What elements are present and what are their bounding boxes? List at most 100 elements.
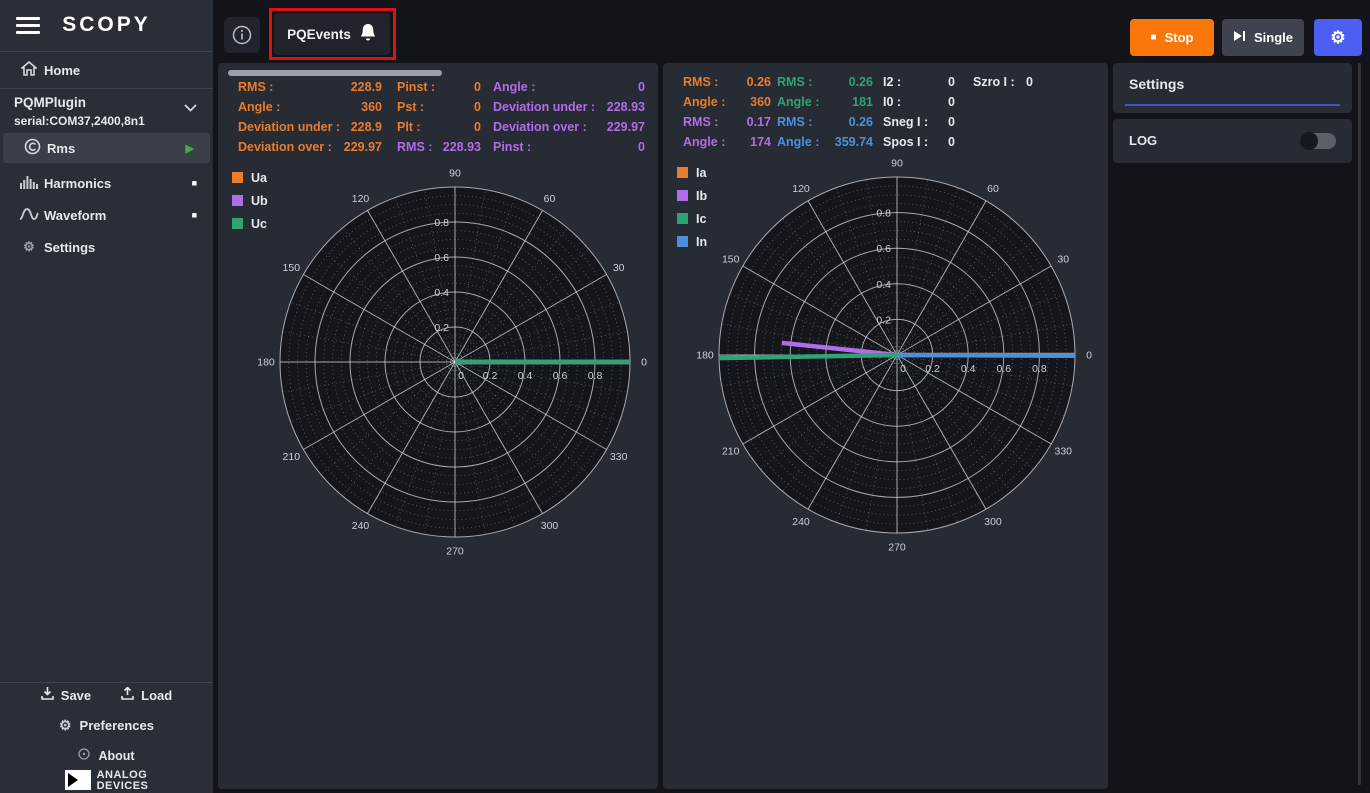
waveform-icon: [14, 207, 44, 224]
stopped-indicator-icon[interactable]: ■: [192, 210, 197, 220]
svg-text:90: 90: [449, 168, 461, 180]
table-column: Szro I :0: [973, 72, 1033, 92]
sidebar-item-settings[interactable]: ⚙ Settings: [0, 232, 213, 262]
load-label: Load: [141, 688, 172, 703]
preferences-label: Preferences: [80, 718, 154, 733]
load-button[interactable]: Load: [121, 687, 172, 703]
chevron-down-icon[interactable]: [184, 99, 197, 117]
metric-value: 360: [750, 95, 771, 109]
legend-swatch-icon: [677, 213, 688, 224]
metric-label: Angle :: [238, 100, 280, 114]
svg-text:0.6: 0.6: [434, 252, 449, 264]
stopped-indicator-icon[interactable]: ■: [192, 178, 197, 188]
svg-text:240: 240: [352, 520, 370, 532]
info-button[interactable]: [224, 17, 260, 53]
current-panel: RMS :0.26Angle :360RMS :0.17Angle :174RM…: [663, 63, 1108, 789]
svg-text:240: 240: [792, 516, 810, 528]
toggle-knob: [1300, 132, 1318, 150]
about-button[interactable]: About: [0, 748, 213, 763]
metric-label: RMS :: [683, 115, 718, 129]
svg-text:330: 330: [610, 451, 628, 463]
svg-text:180: 180: [257, 357, 275, 369]
legend-swatch-icon: [232, 172, 243, 183]
stop-label: Stop: [1165, 30, 1194, 45]
table-column: RMS :0.26Angle :360RMS :0.17Angle :174: [683, 72, 771, 152]
settings-title: Settings: [1129, 76, 1184, 92]
metric-label: Deviation under :: [238, 120, 340, 134]
svg-text:60: 60: [987, 183, 999, 195]
log-toggle[interactable]: [1300, 133, 1336, 149]
log-label: LOG: [1129, 133, 1157, 148]
table-column: Angle :0Deviation under :228.93Deviation…: [493, 77, 645, 157]
single-button[interactable]: Single: [1222, 19, 1304, 56]
info-icon: [232, 25, 252, 45]
legend-swatch-icon: [677, 167, 688, 178]
pqevents-button[interactable]: PQEvents: [274, 13, 390, 55]
metric-row: Szro I :0: [973, 72, 1033, 92]
metric-label: Sneg I :: [883, 115, 928, 129]
metric-label: Angle :: [683, 95, 725, 109]
legend-swatch-icon: [677, 236, 688, 247]
metric-value: 181: [852, 95, 873, 109]
svg-text:0.6: 0.6: [996, 363, 1011, 375]
sidebar-item-waveform[interactable]: Waveform ■: [0, 200, 213, 230]
metric-value: 229.97: [607, 120, 645, 134]
svg-text:0: 0: [900, 363, 906, 375]
info-icon: [78, 748, 90, 763]
svg-text:0.4: 0.4: [518, 370, 533, 382]
bell-icon: [359, 23, 377, 45]
brand-line2: DEVICES: [97, 781, 149, 792]
metric-row: RMS :0.26: [777, 72, 873, 92]
settings-header-card: Settings: [1113, 63, 1352, 113]
metric-value: 0: [948, 115, 955, 129]
metric-label: I2 :: [883, 75, 901, 89]
svg-text:0.2: 0.2: [483, 370, 498, 382]
svg-text:0.2: 0.2: [434, 322, 449, 334]
svg-text:0.8: 0.8: [1032, 363, 1047, 375]
sidebar: SCOPY Home PQMPlugin serial:COM37,2400,8…: [0, 0, 213, 793]
sidebar-item-label: Home: [44, 63, 213, 78]
save-button[interactable]: Save: [41, 687, 91, 703]
plugin-settings-button[interactable]: ⚙: [1314, 19, 1362, 56]
metric-value: 0.26: [849, 75, 873, 89]
divider: [0, 51, 213, 52]
svg-text:300: 300: [541, 520, 559, 532]
scopy-logo: SCOPY: [0, 13, 213, 37]
metric-label: Plt :: [397, 120, 421, 134]
horizontal-scrollbar[interactable]: [228, 70, 442, 76]
running-indicator-icon[interactable]: ▶: [186, 142, 194, 155]
svg-text:0: 0: [1086, 350, 1092, 362]
svg-text:0.8: 0.8: [588, 370, 603, 382]
sidebar-item-rms[interactable]: Rms ▶: [3, 133, 210, 163]
divider: [0, 682, 213, 683]
svg-text:60: 60: [544, 193, 556, 205]
analog-devices-triangle-icon: [65, 770, 91, 790]
svg-text:0: 0: [641, 357, 647, 369]
metric-value: 360: [361, 100, 382, 114]
voltage-panel: RMS :228.9Angle :360Deviation under :228…: [218, 63, 658, 789]
svg-text:0.6: 0.6: [876, 243, 891, 255]
metric-value: 0.26: [849, 115, 873, 129]
metric-row: RMS :228.9: [238, 77, 382, 97]
vertical-scrollbar[interactable]: [1358, 63, 1361, 785]
log-setting-row: LOG: [1113, 119, 1352, 163]
metric-label: Szro I :: [973, 75, 1015, 89]
preferences-button[interactable]: ⚙ Preferences: [0, 717, 213, 734]
about-label: About: [98, 749, 134, 763]
voltage-polar-chart: 03060901201501802102402703003300.20.40.6…: [250, 157, 660, 567]
metric-row: I0 :0: [883, 92, 955, 112]
svg-text:90: 90: [891, 158, 903, 170]
metric-value: 228.9: [351, 80, 382, 94]
metric-row: Deviation under :228.9: [238, 117, 382, 137]
sidebar-item-label: Settings: [44, 240, 213, 255]
metric-row: I2 :0: [883, 72, 955, 92]
sidebar-item-home[interactable]: Home: [0, 55, 213, 85]
svg-text:0.6: 0.6: [553, 370, 568, 382]
stop-button[interactable]: ■ Stop: [1130, 19, 1214, 56]
save-icon: [41, 687, 54, 703]
sidebar-plugin-section[interactable]: PQMPlugin serial:COM37,2400,8n1: [14, 95, 199, 128]
table-column: RMS :0.26Angle :181RMS :0.26Angle :359.7…: [777, 72, 873, 152]
plugin-title: PQMPlugin: [14, 95, 199, 110]
sidebar-item-harmonics[interactable]: Harmonics ■: [0, 168, 213, 198]
metric-value: 0: [638, 80, 645, 94]
